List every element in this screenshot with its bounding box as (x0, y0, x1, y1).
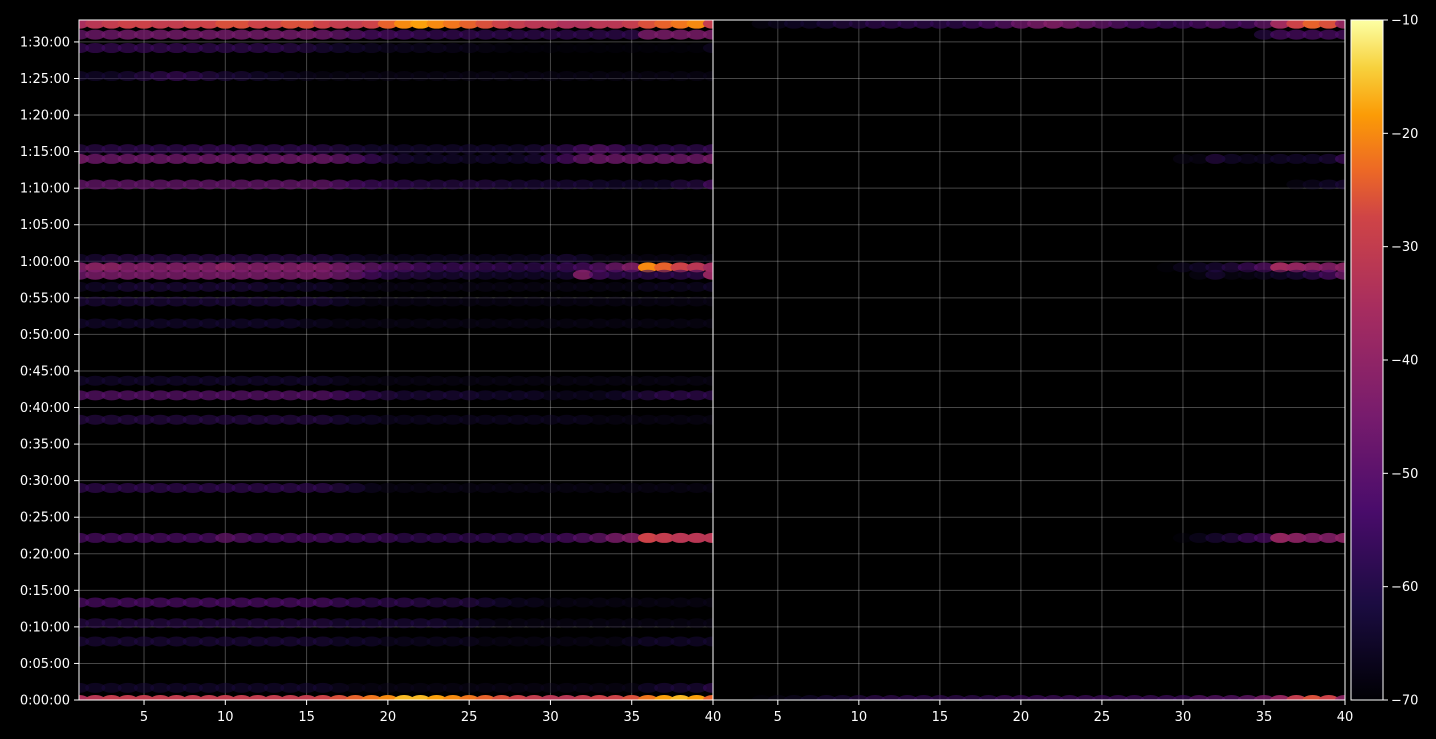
y-tick-label: 1:20:00 (20, 109, 70, 124)
x-tick-label: 25 (1094, 710, 1111, 725)
x-tick-label: 40 (705, 710, 722, 725)
right-plot-area (713, 20, 1345, 700)
colorbar-tick-label: −20 (1391, 127, 1418, 142)
x-tick-label: 5 (774, 710, 782, 725)
colorbar-gradient (1350, 19, 1384, 701)
y-tick-label: 0:45:00 (20, 364, 70, 379)
left-y-axis: 0:00:00 0:05:00 0:10:00 0:15:00 0:20:00 0:25:… (20, 35, 79, 709)
x-tick-label: 15 (298, 710, 315, 725)
y-tick-label: 1:30:00 (20, 35, 70, 50)
y-tick-label: 0:25:00 (20, 511, 70, 526)
colorbar-ticks: −10 −20 −30 −40 −50 −60 −70 (1383, 14, 1418, 709)
y-tick-label: 0:05:00 (20, 657, 70, 672)
y-tick-label: 0:40:00 (20, 401, 70, 416)
x-tick-label: 30 (542, 710, 559, 725)
x-tick-label: 35 (623, 710, 640, 725)
x-tick-label: 35 (1256, 710, 1273, 725)
y-tick-label: 0:00:00 (20, 694, 70, 709)
y-tick-label: 1:10:00 (20, 182, 70, 197)
y-tick-label: 0:10:00 (20, 620, 70, 635)
colorbar-tick-label: −70 (1391, 694, 1418, 709)
y-tick-label: 0:30:00 (20, 474, 70, 489)
right-heatmap-panel: 5 10 15 20 25 30 35 40 (713, 20, 1354, 725)
colorbar: −10 −20 −30 −40 −50 −60 −70 (1350, 14, 1418, 709)
x-tick-label: 10 (217, 710, 234, 725)
x-tick-label: 15 (932, 710, 949, 725)
y-tick-label: 1:15:00 (20, 145, 70, 160)
y-tick-label: 1:05:00 (20, 218, 70, 233)
colorbar-tick-label: −60 (1391, 580, 1418, 595)
y-tick-label: 0:55:00 (20, 291, 70, 306)
x-tick-label: 10 (851, 710, 868, 725)
heatmap-figure: 0:00:00 0:05:00 0:10:00 0:15:00 0:20:00 0:25:… (20, 14, 1419, 726)
colorbar-tick-label: −10 (1391, 14, 1418, 29)
y-tick-label: 0:50:00 (20, 328, 70, 343)
y-tick-label: 0:15:00 (20, 584, 70, 599)
colorbar-tick-label: −30 (1391, 240, 1418, 255)
x-tick-label: 30 (1175, 710, 1192, 725)
y-tick-label: 0:35:00 (20, 438, 70, 453)
left-heatmap-panel: 0:00:00 0:05:00 0:10:00 0:15:00 0:20:00 0:25:… (20, 20, 721, 725)
x-tick-label: 5 (140, 710, 148, 725)
right-x-axis: 5 10 15 20 25 30 35 40 (774, 700, 1354, 725)
left-x-axis: 5 10 15 20 25 30 35 40 (140, 700, 721, 725)
x-tick-label: 40 (1337, 710, 1354, 725)
x-tick-label: 20 (380, 710, 397, 725)
x-tick-label: 25 (461, 710, 478, 725)
y-tick-label: 1:00:00 (20, 255, 70, 270)
y-tick-label: 0:20:00 (20, 547, 70, 562)
x-tick-label: 20 (1013, 710, 1030, 725)
colorbar-tick-label: −50 (1391, 467, 1418, 482)
colorbar-tick-label: −40 (1391, 354, 1418, 369)
y-tick-label: 1:25:00 (20, 72, 70, 87)
